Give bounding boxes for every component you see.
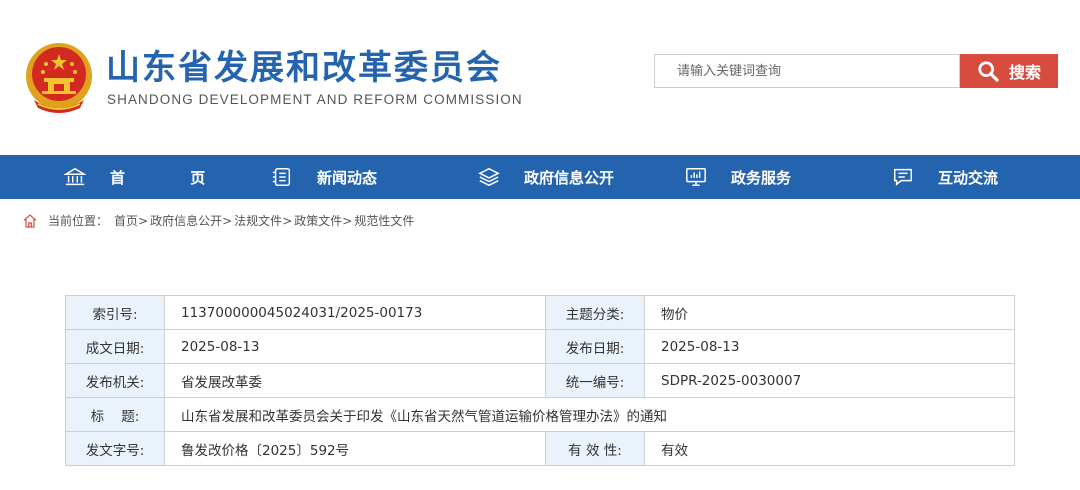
- national-emblem-logo: [24, 42, 94, 114]
- value-validity: 有效: [644, 431, 1015, 466]
- home-icon: [23, 213, 37, 228]
- breadcrumb-home[interactable]: 首页: [114, 212, 138, 229]
- main-nav: 首 页 新闻动态 政府信息公开 政务服务 互动交流: [0, 155, 1080, 199]
- news-list-icon: [272, 168, 291, 186]
- nav-label-interaction: 互动交流: [938, 168, 999, 187]
- label-topic: 主题分类:: [545, 295, 645, 330]
- value-written-date: 2025-08-13: [164, 329, 546, 364]
- breadcrumb-gov-info[interactable]: 政府信息公开: [150, 212, 222, 229]
- nav-item-home[interactable]: 首 页: [64, 155, 235, 199]
- label-written-date: 成文日期:: [65, 329, 165, 364]
- search-button[interactable]: 搜索: [960, 54, 1058, 88]
- label-validity: 有 效 性:: [545, 431, 645, 466]
- value-publish-date: 2025-08-13: [644, 329, 1015, 364]
- value-index-no: 113700000045024031/2025-00173: [164, 295, 546, 330]
- nav-label-services: 政务服务: [731, 168, 792, 187]
- nav-item-news[interactable]: 新闻动态: [271, 155, 377, 199]
- label-publish-date: 发布日期:: [545, 329, 645, 364]
- search-button-label: 搜索: [1008, 63, 1041, 82]
- value-title: 山东省发展和改革委员会关于印发《山东省天然气管道运输价格管理办法》的通知: [164, 397, 1015, 432]
- value-unified-no: SDPR-2025-0030007: [644, 363, 1015, 398]
- breadcrumb-normative-docs[interactable]: 规范性文件: [354, 212, 414, 229]
- nav-label-news: 新闻动态: [317, 168, 378, 187]
- table-row: 成文日期: 2025-08-13 发布日期: 2025-08-13: [65, 329, 1015, 364]
- label-unified-no: 统一编号:: [545, 363, 645, 398]
- site-subtitle: SHANDONG DEVELOPMENT AND REFORM COMMISSI…: [107, 92, 523, 107]
- monitor-icon: [686, 168, 706, 186]
- label-issuing-agency: 发布机关:: [65, 363, 165, 398]
- nav-item-gov-info[interactable]: 政府信息公开: [478, 155, 614, 199]
- breadcrumb-regulations[interactable]: 法规文件: [234, 212, 282, 229]
- nav-label-gov-info: 政府信息公开: [524, 168, 615, 187]
- breadcrumb: 当前位置： 首页 > 政府信息公开 > 法规文件 > 政策文件 > 规范性文件: [22, 212, 414, 229]
- label-doc-no: 发文字号:: [65, 431, 165, 466]
- value-doc-no: 鲁发改价格〔2025〕592号: [164, 431, 546, 466]
- chat-bubble-icon: [894, 168, 912, 186]
- value-topic: 物价: [644, 295, 1015, 330]
- layers-icon: [478, 167, 500, 187]
- home-temple-icon: [64, 167, 86, 186]
- breadcrumb-policy-docs[interactable]: 政策文件: [294, 212, 342, 229]
- table-row: 发文字号: 鲁发改价格〔2025〕592号 有 效 性: 有效: [65, 431, 1015, 466]
- search-input[interactable]: [654, 54, 960, 88]
- label-title: 标 题:: [65, 397, 165, 432]
- table-row: 发布机关: 省发展改革委 统一编号: SDPR-2025-0030007: [65, 363, 1015, 398]
- nav-item-interaction[interactable]: 互动交流: [892, 155, 998, 199]
- site-title: 山东省发展和改革委员会: [106, 48, 502, 88]
- table-row: 索引号: 113700000045024031/2025-00173 主题分类:…: [65, 295, 1015, 330]
- breadcrumb-prefix: 当前位置：: [48, 214, 109, 228]
- document-info-table: 索引号: 113700000045024031/2025-00173 主题分类:…: [65, 295, 1015, 466]
- label-index-no: 索引号:: [65, 295, 165, 330]
- search-icon: [978, 61, 999, 82]
- nav-label-home: 首 页: [110, 168, 236, 187]
- nav-item-services[interactable]: 政务服务: [685, 155, 791, 199]
- value-issuing-agency: 省发展改革委: [164, 363, 546, 398]
- table-row: 标 题: 山东省发展和改革委员会关于印发《山东省天然气管道运输价格管理办法》的通…: [65, 397, 1015, 432]
